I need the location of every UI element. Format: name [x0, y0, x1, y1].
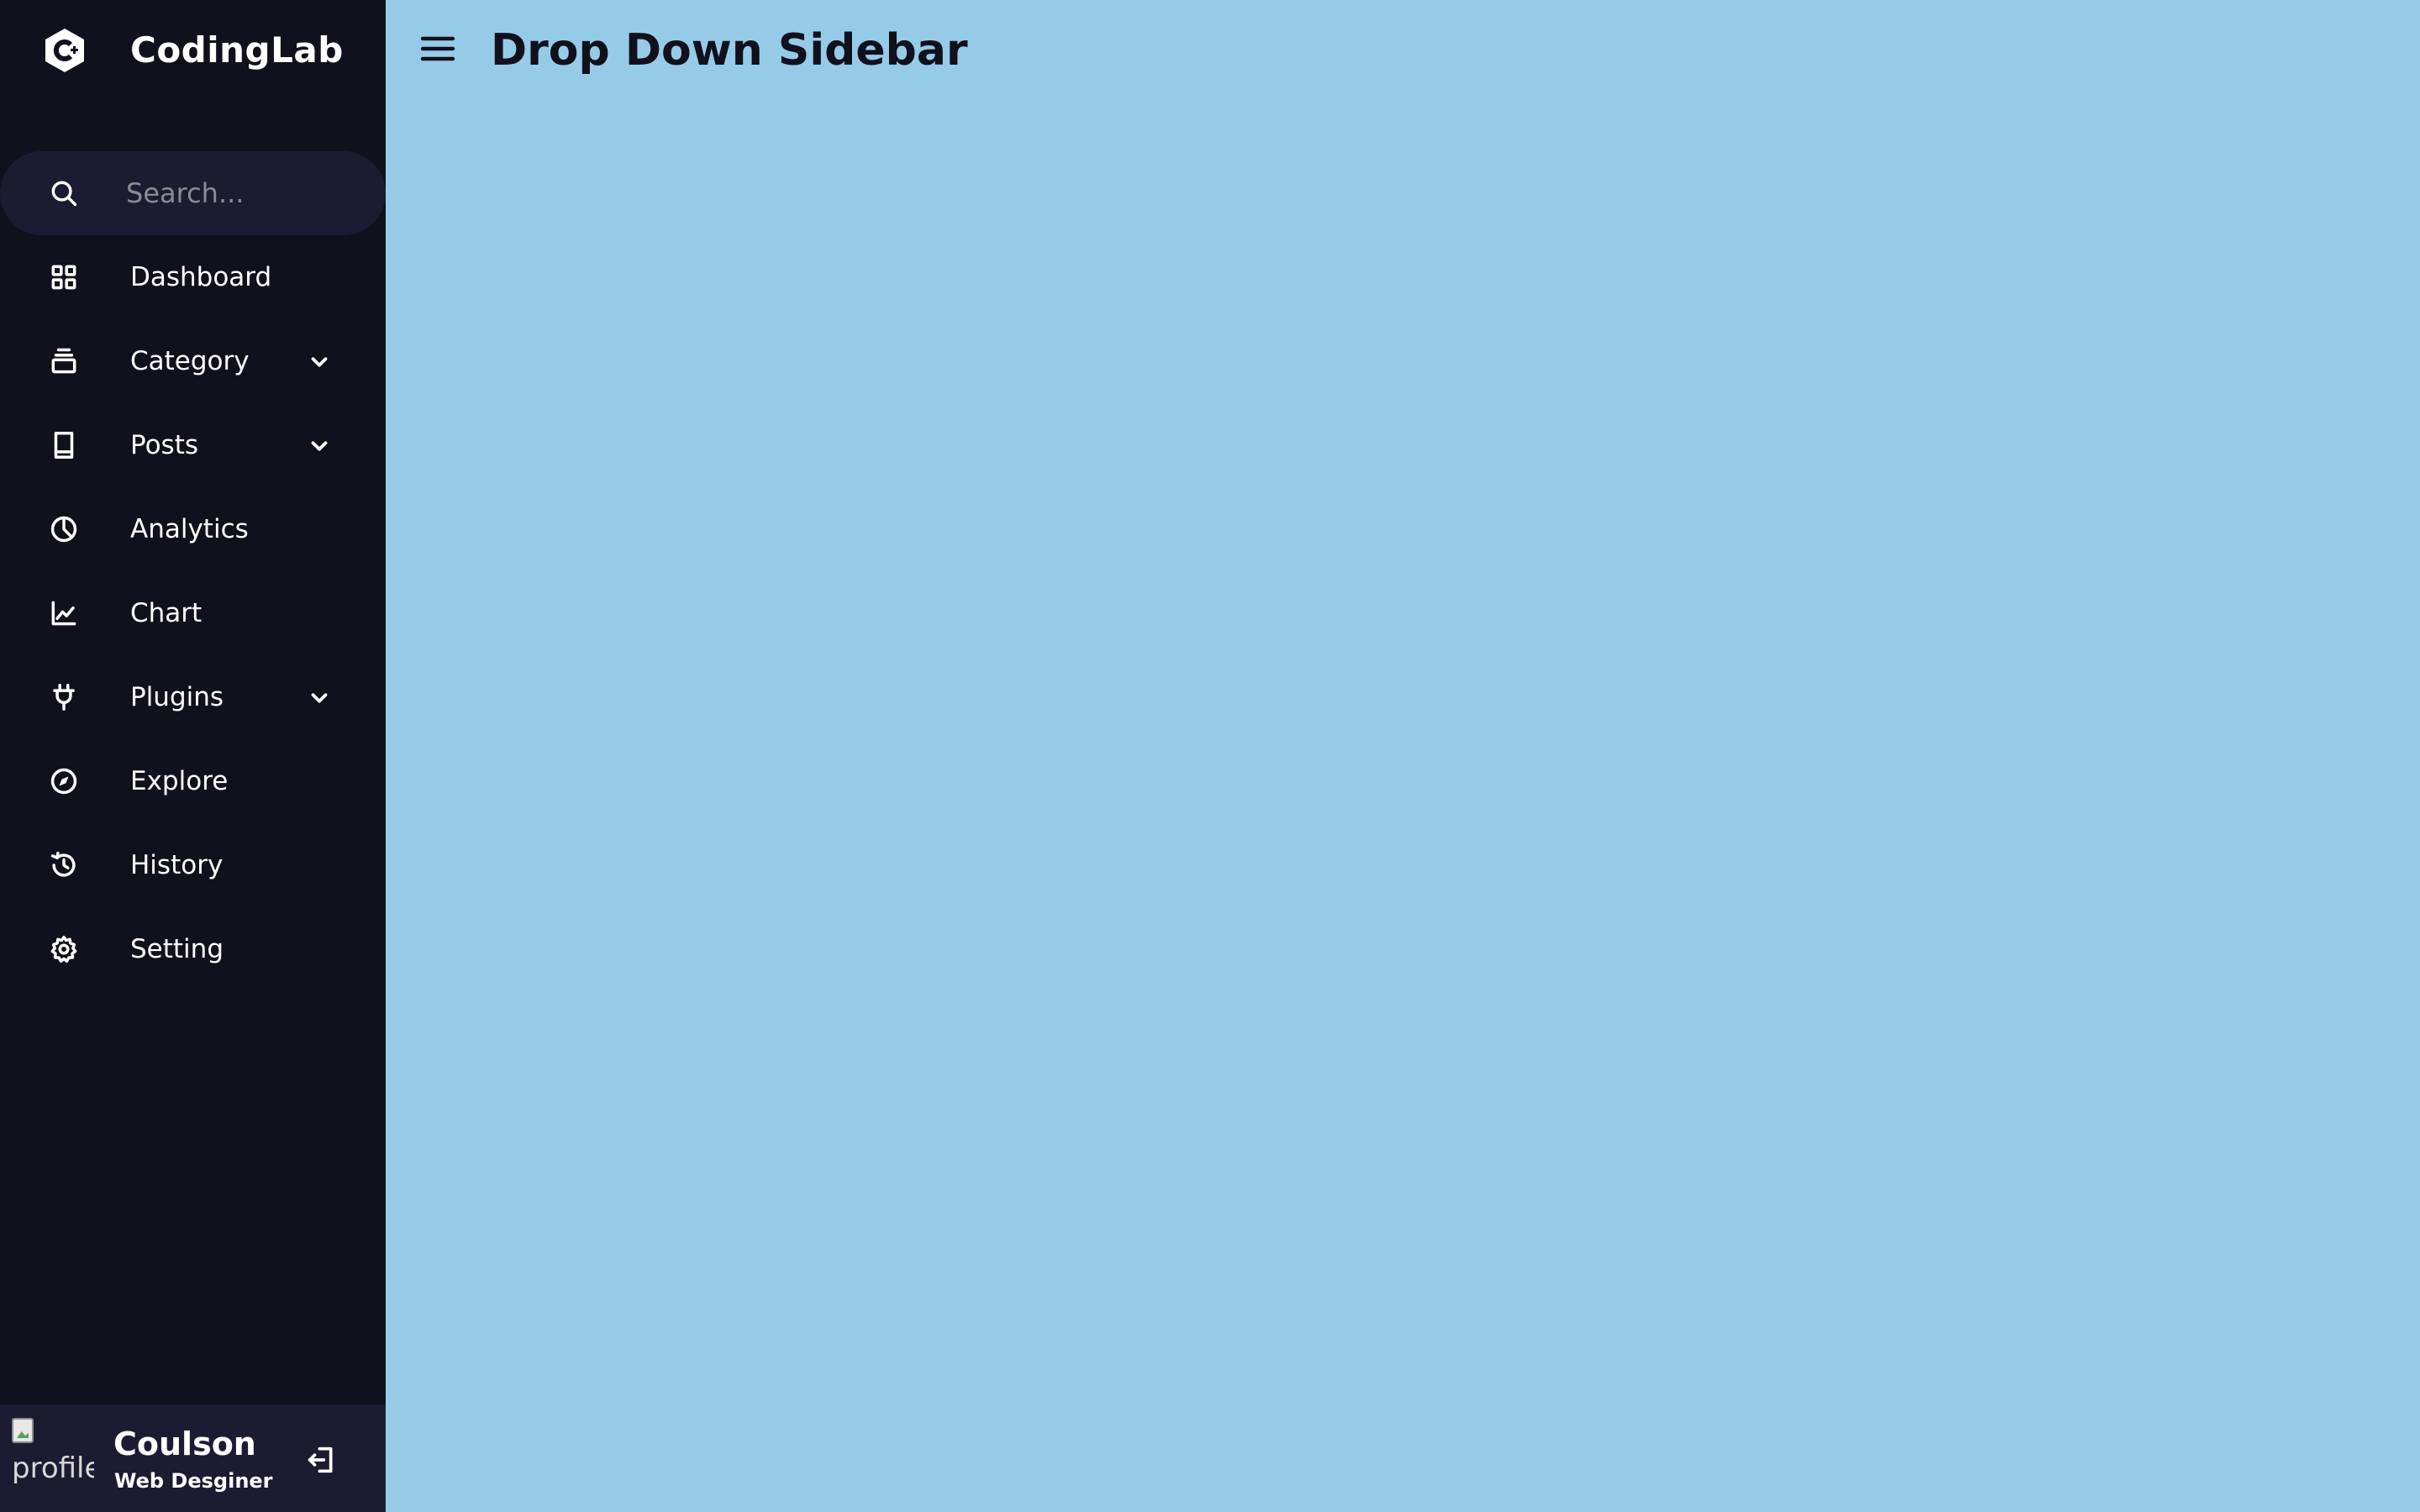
sidebar-item-label: Dashboard	[130, 262, 272, 292]
sidebar-item-posts[interactable]: Posts	[0, 403, 386, 487]
avatar: profile	[10, 1416, 94, 1500]
logo-details: CodingLab	[0, 0, 386, 101]
line-chart-icon	[51, 601, 76, 626]
search-input[interactable]	[126, 172, 361, 214]
chevron-down-icon[interactable]	[307, 685, 332, 711]
history-icon	[50, 852, 76, 877]
logout-icon[interactable]	[304, 1443, 338, 1477]
broken-image-icon	[12, 1418, 34, 1443]
avatar-alt-text: profile	[12, 1452, 94, 1485]
sidebar-item-analytics[interactable]: Analytics	[0, 487, 386, 571]
sidebar-item-label: Setting	[130, 934, 224, 964]
profile-details: profile Coulson Web Desginer	[0, 1404, 386, 1512]
sidebar-item-explore[interactable]: Explore	[0, 739, 386, 823]
chevron-down-icon[interactable]	[307, 349, 332, 375]
sidebar-item-label: Chart	[130, 598, 203, 628]
page-title: Drop Down Sidebar	[491, 25, 968, 76]
collection-icon	[51, 348, 76, 374]
pie-chart-icon	[50, 516, 77, 543]
chevron-down-icon[interactable]	[307, 433, 332, 459]
logo-name: CodingLab	[130, 29, 344, 71]
sidebar-item-dashboard[interactable]: Dashboard	[0, 235, 386, 319]
c-plus-plus-icon	[45, 29, 84, 72]
menu-icon[interactable]	[418, 29, 458, 69]
plug-icon	[53, 684, 75, 711]
cog-icon	[50, 936, 77, 963]
search-icon[interactable]	[48, 177, 80, 209]
sidebar-item-label: History	[130, 850, 224, 880]
sidebar-item-category[interactable]: Category	[0, 319, 386, 403]
home-section: Drop Down Sidebar	[386, 0, 2420, 1512]
sidebar-item-label: Plugins	[130, 682, 224, 712]
sidebar-item-label: Explore	[130, 766, 229, 796]
sidebar-item-label: Category	[130, 346, 250, 376]
sidebar-item-setting[interactable]: Setting	[0, 907, 386, 991]
sidebar-item-plugins[interactable]: Plugins	[0, 655, 386, 739]
sidebar-item-label: Posts	[130, 430, 199, 460]
sidebar: CodingLab Dashboard	[0, 0, 386, 1512]
grid-icon	[51, 265, 76, 290]
sidebar-item-history[interactable]: History	[0, 823, 386, 907]
profile-job: Web Desginer	[114, 1469, 273, 1493]
search-box[interactable]	[0, 151, 386, 235]
sidebar-item-label: Analytics	[130, 514, 249, 544]
book-icon	[54, 432, 74, 459]
app: CodingLab Dashboard	[0, 0, 2420, 1512]
sidebar-item-chart[interactable]: Chart	[0, 571, 386, 655]
profile-name: Coulson	[113, 1425, 256, 1462]
compass-icon	[50, 768, 77, 795]
